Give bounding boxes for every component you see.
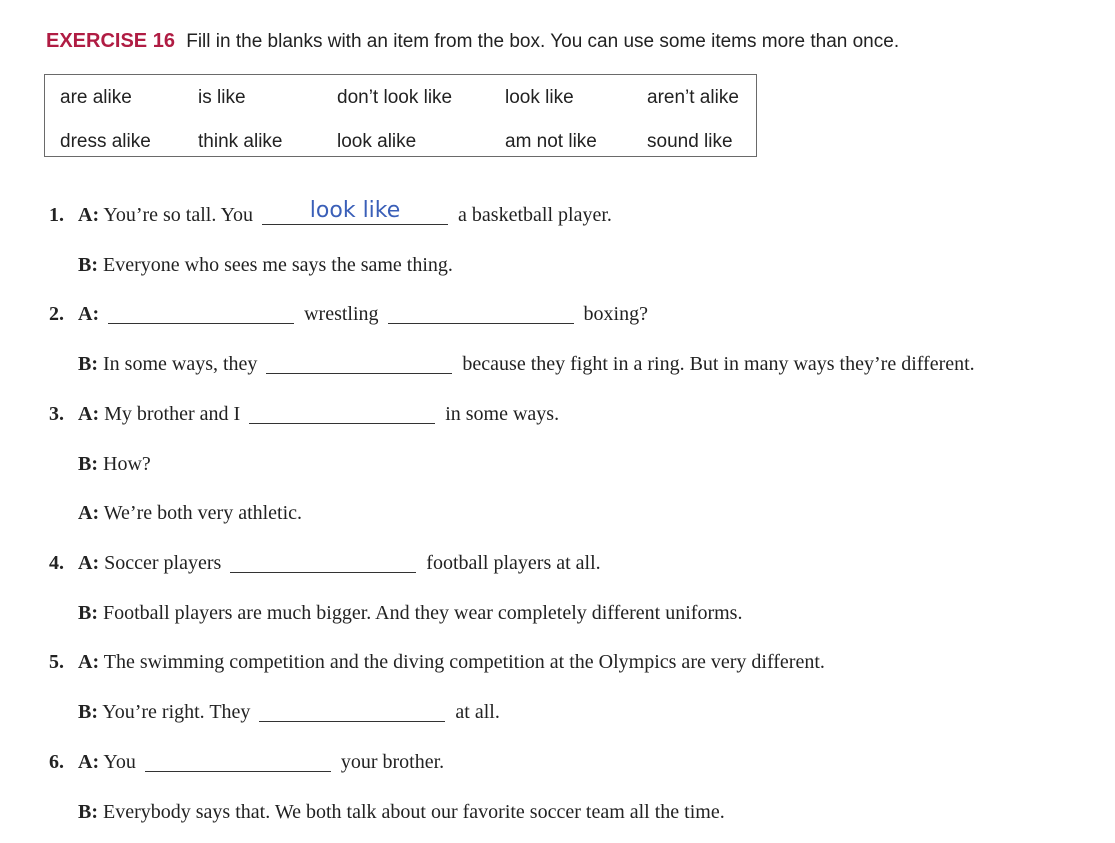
word-box-item: aren’t alike [647, 87, 739, 108]
speaker-label: B: [78, 701, 98, 723]
answer-blank[interactable] [230, 552, 417, 573]
dialogue-line: A: You your brother. [78, 751, 444, 774]
answer-blank[interactable] [249, 403, 436, 424]
line-text: in some ways. [445, 403, 560, 425]
word-box-item: am not like [505, 131, 597, 152]
answer-blank[interactable] [108, 303, 295, 324]
line-text: Everyone who sees me says the same thing… [103, 254, 453, 276]
word-box-item: look like [505, 87, 574, 108]
speaker-label: A: [78, 552, 100, 574]
exercise-instruction: Fill in the blanks with an item from the… [186, 31, 900, 52]
line-text: You [103, 751, 136, 773]
exercise-label: EXERCISE 16 [46, 30, 175, 52]
dialogue-line: B: Everybody says that. We both talk abo… [78, 801, 725, 824]
line-text: football players at all. [426, 552, 601, 574]
line-text: because they fight in a ring. But in man… [462, 353, 975, 375]
word-box-item: think alike [198, 131, 283, 152]
item-number: 2. [49, 303, 64, 325]
line-text: boxing? [583, 303, 648, 325]
line-text: Everybody says that. We both talk about … [103, 801, 725, 823]
item-number: 1. [49, 204, 64, 226]
line-text: your brother. [340, 751, 445, 773]
word-box-item: look alike [337, 131, 417, 152]
dialogue-line: A: You’re so tall. You look like a baske… [78, 198, 612, 227]
speaker-label: A: [78, 502, 100, 524]
speaker-label: A: [78, 403, 100, 425]
dialogue-line: B: You’re right. They at all. [78, 701, 500, 724]
word-box: are alike is like don’t look like look l… [44, 74, 757, 157]
answer-blank[interactable] [144, 751, 331, 772]
line-text: You’re right. They [102, 701, 251, 723]
word-box-item: are alike [60, 87, 132, 108]
dialogue-line: B: Football players are much bigger. And… [78, 602, 742, 625]
dialogue-line: A: We’re both very athletic. [78, 502, 302, 525]
exercise-header: EXERCISE 16 Fill in the blanks with an i… [46, 30, 899, 53]
speaker-label: B: [78, 353, 98, 375]
word-box-item: sound like [647, 131, 733, 152]
answer-blank[interactable] [387, 303, 574, 324]
word-box-item: is like [198, 87, 246, 108]
line-text: The swimming competition and the diving … [103, 651, 825, 673]
line-text: Soccer players [104, 552, 222, 574]
dialogue-line: A: The swimming competition and the divi… [78, 651, 825, 674]
dialogue-line: B: How? [78, 453, 151, 476]
line-text: wrestling [304, 303, 379, 325]
line-text: My brother and I [104, 403, 241, 425]
dialogue-line: B: In some ways, they because they fight… [78, 353, 975, 376]
speaker-label: A: [78, 651, 100, 673]
speaker-label: B: [78, 801, 98, 823]
line-text: In some ways, they [103, 353, 258, 375]
answer-blank[interactable]: look like [262, 198, 449, 225]
line-text: at all. [455, 701, 500, 723]
speaker-label: B: [78, 453, 98, 475]
speaker-label: A: [78, 204, 100, 226]
answer-blank[interactable] [266, 353, 453, 374]
handwritten-answer: look like [309, 198, 401, 223]
item-number: 3. [49, 403, 64, 425]
dialogue-line: A: My brother and I in some ways. [78, 403, 559, 426]
answer-blank[interactable] [259, 701, 446, 722]
speaker-label: B: [78, 602, 98, 624]
dialogue-line: A: Soccer players football players at al… [78, 552, 601, 575]
dialogue-line: B: Everyone who sees me says the same th… [78, 254, 453, 277]
word-box-item: dress alike [60, 131, 151, 152]
line-text: Football players are much bigger. And th… [103, 602, 743, 624]
word-box-item: don’t look like [337, 87, 453, 108]
line-text: We’re both very athletic. [103, 502, 303, 524]
item-number: 5. [49, 651, 64, 673]
dialogue-line: A: wrestling boxing? [78, 303, 648, 326]
speaker-label: B: [78, 254, 98, 276]
item-number: 6. [49, 751, 64, 773]
line-text: How? [103, 453, 151, 475]
item-number: 4. [49, 552, 64, 574]
speaker-label: A: [78, 303, 100, 325]
line-text: a basketball player. [458, 204, 612, 226]
line-text: You’re so tall. You [103, 204, 254, 226]
speaker-label: A: [78, 751, 100, 773]
